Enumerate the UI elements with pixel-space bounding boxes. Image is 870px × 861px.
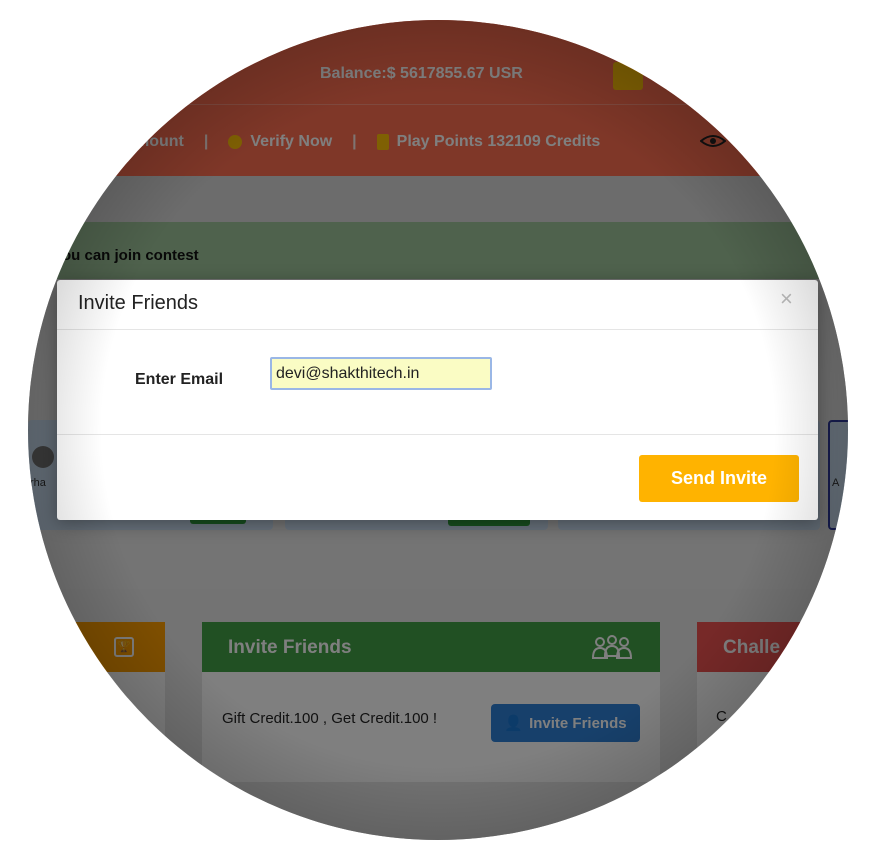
modal-body: Enter Email <box>57 330 818 435</box>
close-icon[interactable]: × <box>780 288 793 310</box>
page-background: Balance:$ 5617855.67 USR mount | Verify … <box>28 20 848 840</box>
invite-friends-modal: Invite Friends × Enter Email Send Invite <box>57 280 818 520</box>
send-invite-button[interactable]: Send Invite <box>639 455 799 502</box>
modal-title: Invite Friends <box>78 292 199 314</box>
modal-header: Invite Friends × <box>57 280 818 330</box>
circular-viewport: Balance:$ 5617855.67 USR mount | Verify … <box>28 20 848 840</box>
email-field[interactable] <box>270 357 492 390</box>
email-label: Enter Email <box>135 371 224 388</box>
